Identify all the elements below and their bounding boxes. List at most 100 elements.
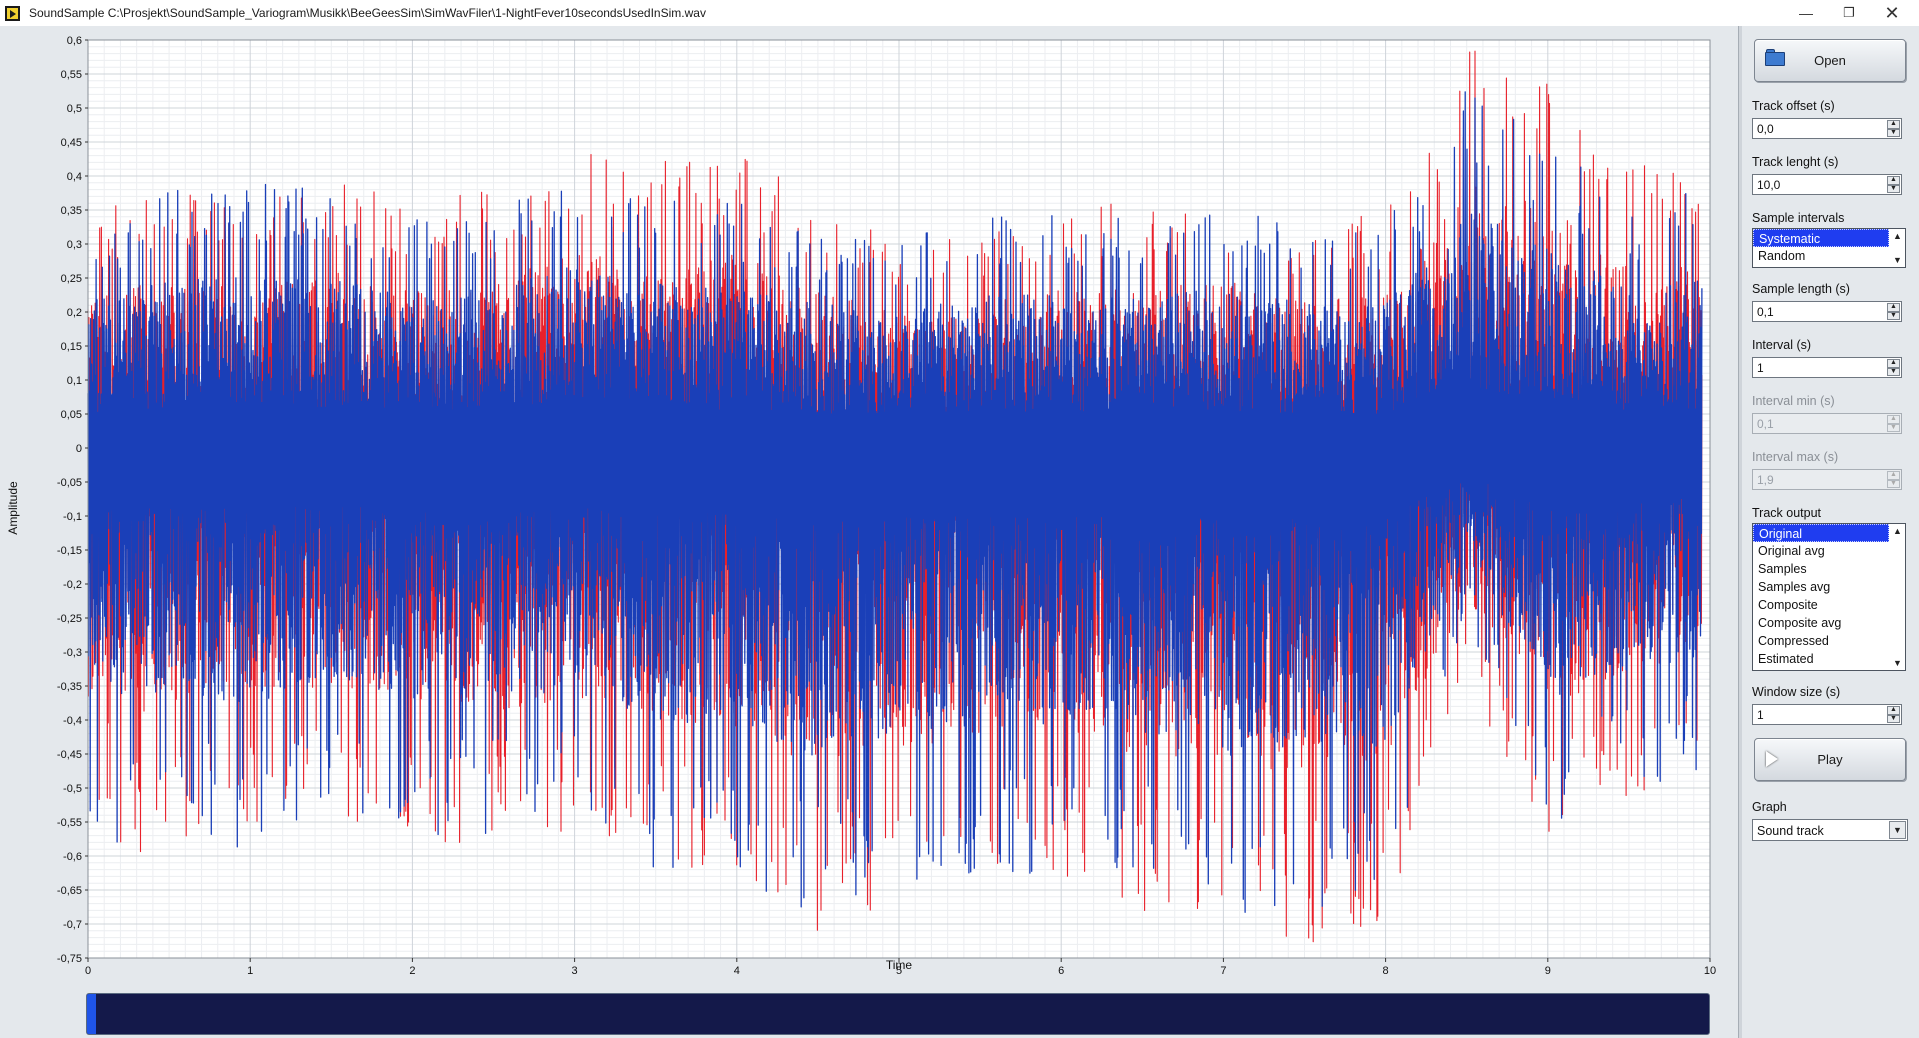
sample-length-spinner[interactable]: ▲ ▼ [1887,303,1900,320]
interval-min-value: 0,1 [1757,417,1774,431]
track-output-label: Track output [1752,506,1822,520]
x-tick-label: 8 [1383,965,1389,977]
open-button-label: Open [1814,53,1846,68]
y-tick-label: -0,75 [57,953,82,965]
track-offset-label: Track offset (s) [1752,99,1835,113]
playback-progress-bar[interactable] [86,993,1710,1035]
track-length-label: Track lenght (s) [1752,155,1839,169]
y-tick-label: 0,4 [67,171,82,183]
interval-max-spinner: ▲ ▼ [1887,471,1900,488]
list-item-random[interactable]: Random [1753,247,1889,265]
y-tick-label: 0,25 [61,273,82,285]
y-tick-label: -0,65 [57,885,82,897]
x-axis-label: Time [886,958,913,972]
scroll-up-icon[interactable]: ▲ [1890,524,1905,538]
y-tick-label: 0,55 [61,69,82,81]
progress-handle[interactable] [87,994,96,1034]
interval-min-label: Interval min (s) [1752,394,1835,408]
list-item-samples[interactable]: Samples [1753,560,1889,578]
graph-select-value: Sound track [1757,824,1824,838]
scroll-up-icon[interactable]: ▲ [1890,229,1905,243]
y-tick-label: 0 [76,443,82,455]
y-tick-label: -0,35 [57,681,82,693]
track-length-spinner[interactable]: ▲ ▼ [1887,176,1900,193]
x-tick-label: 2 [409,965,415,977]
x-tick-label: 9 [1545,965,1551,977]
spin-up-icon[interactable]: ▲ [1887,706,1900,715]
spin-down-icon[interactable]: ▼ [1887,184,1900,193]
minimize-button[interactable]: — [1783,0,1829,26]
track-output-listbox[interactable]: Original Original avg Samples Samples av… [1752,523,1906,671]
playback-strip [0,988,1738,1038]
interval-max-value: 1,9 [1757,473,1774,487]
waveform-chart: 0,6 0,55 0,5 0,45 0,4 0,35 0,3 0,25 0,2 0,15 0,1 0,… [0,26,1738,988]
y-tick-labels: 0,6 0,55 0,5 0,45 0,4 0,35 0,3 0,25 0,2 0,15 0,1 0,… [57,35,88,965]
track-length-field[interactable]: 10,0 ▲ ▼ [1752,174,1902,195]
listbox-scrollbar[interactable]: ▲ ▼ [1890,229,1905,267]
y-tick-label: 0,15 [61,341,82,353]
x-tick-label: 1 [247,965,253,977]
window-size-spinner[interactable]: ▲ ▼ [1887,706,1900,723]
play-button[interactable]: Play [1754,738,1906,781]
spin-up-icon: ▲ [1887,471,1900,480]
y-tick-label: -0,3 [63,647,82,659]
close-button[interactable]: ✕ [1869,0,1915,26]
y-tick-label: -0,5 [63,783,82,795]
track-offset-value: 0,0 [1757,122,1774,136]
y-tick-label: -0,45 [57,749,82,761]
spin-down-icon[interactable]: ▼ [1887,128,1900,137]
window-size-label: Window size (s) [1752,685,1841,699]
list-item-compressed[interactable]: Compressed [1753,632,1889,650]
graph-select[interactable]: Sound track ▼ [1752,819,1908,841]
spin-up-icon[interactable]: ▲ [1887,359,1900,368]
y-tick-label: -0,7 [63,919,82,931]
spin-down-icon[interactable]: ▼ [1887,714,1900,723]
interval-min-field: 0,1 ▲ ▼ [1752,413,1902,434]
y-tick-label: 0,6 [67,35,82,47]
scroll-down-icon[interactable]: ▼ [1890,253,1905,267]
listbox-scrollbar[interactable]: ▲ ▼ [1890,524,1905,670]
window-size-field[interactable]: 1 ▲ ▼ [1752,704,1902,725]
list-item-samples-avg[interactable]: Samples avg [1753,578,1889,596]
maximize-button[interactable]: ❐ [1826,0,1872,26]
track-offset-field[interactable]: 0,0 ▲ ▼ [1752,118,1902,139]
interval-spinner[interactable]: ▲ ▼ [1887,359,1900,376]
spin-up-icon[interactable]: ▲ [1887,176,1900,185]
y-tick-label: -0,05 [57,477,82,489]
chevron-down-icon[interactable]: ▼ [1889,821,1906,839]
sample-length-value: 0,1 [1757,305,1774,319]
scroll-down-icon[interactable]: ▼ [1890,656,1905,670]
track-offset-spinner[interactable]: ▲ ▼ [1887,120,1900,137]
spin-up-icon: ▲ [1887,415,1900,424]
list-item-composite-avg[interactable]: Composite avg [1753,614,1889,632]
sample-intervals-label: Sample intervals [1752,211,1845,225]
interval-value: 1 [1757,361,1764,375]
y-tick-label: 0,2 [67,307,82,319]
open-button[interactable]: Open [1754,39,1906,82]
spin-down-icon[interactable]: ▼ [1887,367,1900,376]
spin-up-icon[interactable]: ▲ [1887,120,1900,129]
app-icon [5,5,20,21]
list-item-systematic[interactable]: Systematic [1753,229,1889,247]
x-tick-label: 3 [572,965,578,977]
list-item-estimated[interactable]: Estimated [1753,650,1889,668]
x-tick-label: 4 [734,965,740,977]
interval-max-label: Interval max (s) [1752,450,1839,464]
list-item-original[interactable]: Original [1753,524,1889,542]
sample-length-field[interactable]: 0,1 ▲ ▼ [1752,301,1902,322]
list-item-composite[interactable]: Composite [1753,596,1889,614]
interval-field[interactable]: 1 ▲ ▼ [1752,357,1902,378]
y-tick-label: -0,25 [57,613,82,625]
list-item-original-avg[interactable]: Original avg [1753,542,1889,560]
spin-up-icon[interactable]: ▲ [1887,303,1900,312]
control-panel: Open Track offset (s) 0,0 ▲ ▼ Track lengh… [1742,26,1919,1038]
x-tick-label: 6 [1058,965,1064,977]
track-length-value: 10,0 [1757,178,1781,192]
y-tick-label: 0,3 [67,239,82,251]
y-tick-label: 0,35 [61,205,82,217]
spin-down-icon: ▼ [1887,479,1900,488]
sample-intervals-listbox[interactable]: Systematic Random ▲ ▼ [1752,228,1906,268]
play-button-label: Play [1817,752,1843,767]
y-tick-label: -0,2 [63,579,82,591]
spin-down-icon[interactable]: ▼ [1887,311,1900,320]
